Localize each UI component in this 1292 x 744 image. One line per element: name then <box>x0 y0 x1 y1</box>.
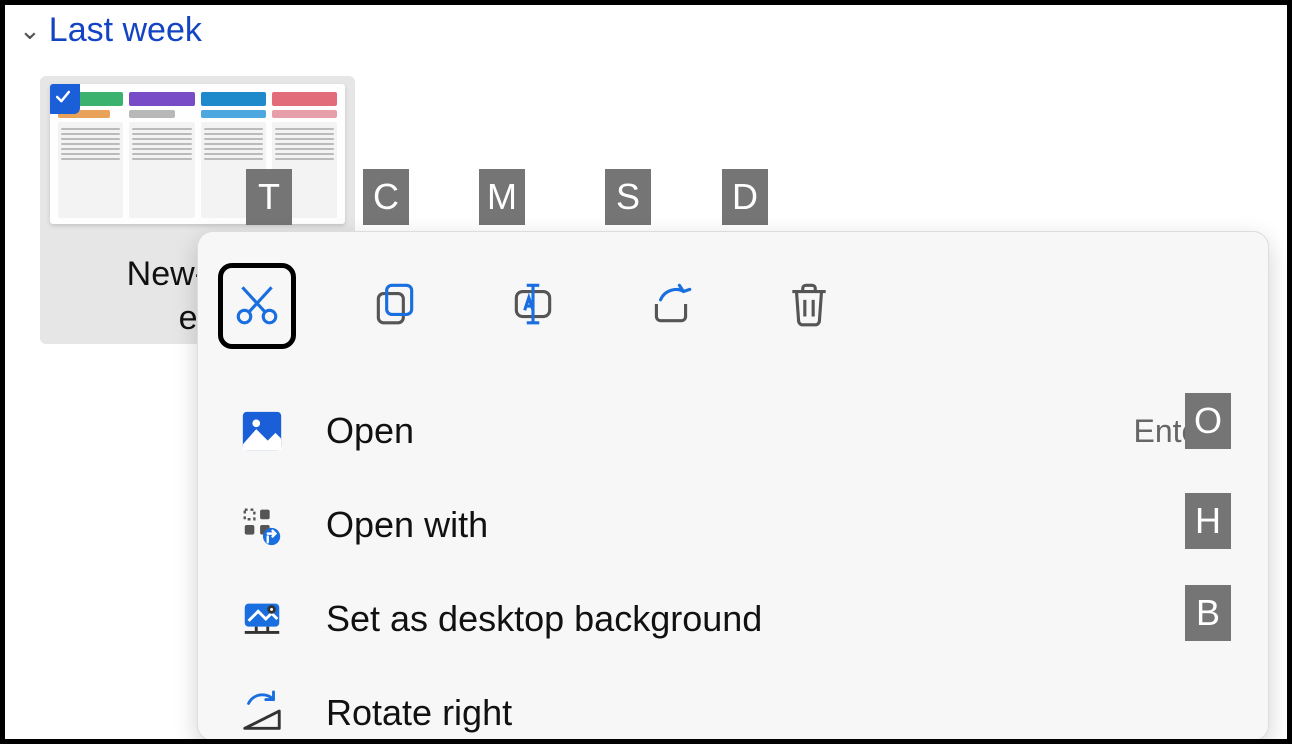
menu-item-open[interactable]: Open Enter <box>218 384 1248 478</box>
copy-button[interactable] <box>356 263 434 349</box>
menu-item-set-background[interactable]: Set as desktop background <box>218 572 1248 666</box>
key-hint-open-with: H <box>1185 493 1231 549</box>
key-hint-set-bg: B <box>1185 585 1231 641</box>
share-button[interactable] <box>632 263 710 349</box>
chevron-down-icon: ⌄ <box>19 15 41 46</box>
context-menu: Open Enter Open with 〉 <box>197 231 1269 741</box>
menu-item-open-with[interactable]: Open with 〉 <box>218 478 1248 572</box>
window-frame: ⌄ Last week New-Cha en T C M S D <box>0 0 1292 744</box>
menu-label: Rotate right <box>326 692 1220 734</box>
key-hint-rename: M <box>479 169 525 225</box>
group-header[interactable]: ⌄ Last week <box>5 5 1287 50</box>
rename-button[interactable] <box>494 263 572 349</box>
copy-icon <box>370 279 420 334</box>
context-toolbar <box>198 232 1268 374</box>
menu-item-rotate-right[interactable]: Rotate right <box>218 666 1248 744</box>
key-hint-delete: D <box>722 169 768 225</box>
menu-label: Set as desktop background <box>326 598 1220 640</box>
photos-app-icon <box>238 407 286 455</box>
trash-icon <box>784 279 834 334</box>
selected-check-icon <box>50 84 80 114</box>
delete-button[interactable] <box>770 263 848 349</box>
key-hint-copy: C <box>363 169 409 225</box>
scissors-icon <box>232 279 282 334</box>
desktop-background-icon <box>238 595 286 643</box>
group-label: Last week <box>49 11 202 50</box>
context-menu-list: Open Enter Open with 〉 <box>198 374 1268 744</box>
rotate-right-icon <box>238 689 286 737</box>
menu-label: Open <box>326 410 1094 452</box>
cut-button[interactable] <box>218 263 296 349</box>
menu-label: Open with <box>326 504 1152 546</box>
open-with-icon <box>238 501 286 549</box>
share-icon <box>646 279 696 334</box>
rename-icon <box>508 279 558 334</box>
key-hint-open: O <box>1185 393 1231 449</box>
key-hint-share: S <box>605 169 651 225</box>
key-hint-cut: T <box>246 169 292 225</box>
file-thumbnail <box>50 84 345 224</box>
